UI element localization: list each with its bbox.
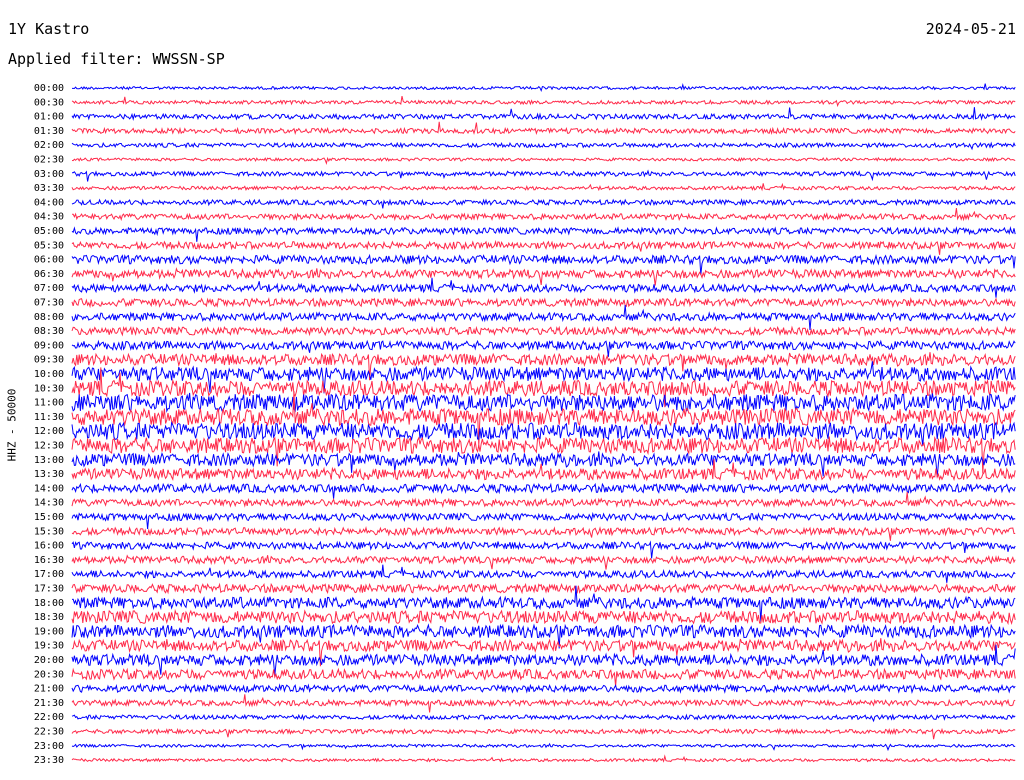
seismic-trace-row	[71, 156, 1016, 166]
row-time-label: 20:30	[34, 669, 64, 680]
row-time-label: 22:00	[34, 712, 64, 723]
row-time-label: 00:00	[34, 83, 64, 94]
seismic-trace-row	[71, 525, 1016, 541]
row-time-label: 02:00	[34, 140, 64, 151]
seismic-trace-row	[71, 95, 1016, 108]
seismic-trace-row	[71, 727, 1016, 740]
seismic-trace-row	[72, 83, 1016, 93]
row-time-label: 20:00	[34, 655, 64, 666]
row-time-label: 07:30	[34, 298, 64, 309]
row-time-label: 14:00	[34, 483, 64, 494]
row-time-label: 15:30	[34, 526, 64, 537]
seismic-trace-row	[71, 182, 1016, 192]
row-time-label: 13:00	[34, 455, 64, 466]
row-time-label: 18:00	[34, 598, 64, 609]
seismic-trace-row	[71, 392, 1016, 413]
row-time-label: 19:30	[34, 641, 64, 652]
row-time-label: 22:30	[34, 727, 64, 738]
seismic-trace-row	[71, 296, 1016, 309]
row-time-label: 15:00	[34, 512, 64, 523]
row-time-label: 11:30	[34, 412, 64, 423]
row-time-label: 01:30	[34, 126, 64, 137]
row-time-label: 19:00	[34, 626, 64, 637]
row-time-label: 18:30	[34, 612, 64, 623]
row-time-label: 17:30	[34, 584, 64, 595]
seismic-trace-row	[71, 391, 1016, 446]
seismic-trace-row	[71, 482, 1016, 499]
row-time-label: 04:00	[34, 197, 64, 208]
seismic-trace-row	[71, 554, 1016, 570]
row-time-label: 10:00	[34, 369, 64, 380]
seismic-trace-row	[71, 226, 1016, 242]
seismic-trace-row	[71, 267, 1016, 286]
seismic-trace-row	[71, 277, 1016, 298]
row-time-label: 03:30	[34, 183, 64, 194]
row-time-label: 09:30	[34, 355, 64, 366]
seismic-trace-row	[71, 107, 1016, 121]
seismic-trace-row	[72, 208, 1016, 222]
seismic-trace-row	[71, 491, 1016, 509]
row-time-label: 09:00	[34, 340, 64, 351]
seismic-trace-row	[71, 304, 1016, 331]
helicorder-plot: 00:00 00:30 01:00 01:30 02:00 02:30 03:00 03:30…	[34, 83, 1016, 766]
row-time-label: 08:30	[34, 326, 64, 337]
seismic-trace-row	[71, 511, 1016, 530]
row-time-label: 16:00	[34, 541, 64, 552]
row-time-label: 03:00	[34, 169, 64, 180]
seismic-trace-row	[71, 608, 1016, 626]
row-time-label: 06:00	[34, 255, 64, 266]
row-time-label: 04:30	[34, 212, 64, 223]
seismic-trace-row	[71, 713, 1016, 723]
row-time-label: 07:00	[34, 283, 64, 294]
seismic-trace-row	[71, 421, 1016, 447]
row-time-label: 08:00	[34, 312, 64, 323]
row-time-label: 21:30	[34, 698, 64, 709]
seismic-trace-row	[71, 638, 1016, 667]
row-time-label: 05:30	[34, 240, 64, 251]
seismic-trace-row	[71, 754, 1016, 763]
seismic-trace-row	[71, 564, 1016, 583]
row-time-label: 16:30	[34, 555, 64, 566]
row-time-label: 11:00	[34, 398, 64, 409]
row-time-label: 13:30	[34, 469, 64, 480]
row-time-label: 10:30	[34, 383, 64, 394]
seismic-trace-row	[71, 239, 1016, 255]
row-time-label: 12:30	[34, 441, 64, 452]
seismic-trace-row	[71, 198, 1016, 209]
row-time-label: 05:00	[34, 226, 64, 237]
seismic-trace-row	[72, 169, 1016, 182]
seismic-trace-row	[71, 540, 1016, 559]
row-time-label: 21:00	[34, 684, 64, 695]
row-time-label: 06:30	[34, 269, 64, 280]
row-time-label: 12:00	[34, 426, 64, 437]
seismic-trace-row	[71, 667, 1016, 687]
seismic-trace-row	[71, 742, 1016, 752]
row-time-label: 14:30	[34, 498, 64, 509]
seismic-trace-row	[71, 694, 1016, 713]
seismic-trace-row	[71, 682, 1016, 694]
row-time-label: 01:00	[34, 112, 64, 123]
row-time-label: 23:00	[34, 741, 64, 752]
seismic-trace-row	[71, 458, 1016, 482]
seismic-trace-row	[71, 141, 1016, 151]
seismic-trace-row	[71, 339, 1016, 357]
row-time-label: 23:30	[34, 755, 64, 766]
seismic-trace-row	[71, 121, 1016, 136]
row-time-label: 00:30	[34, 97, 64, 108]
row-time-label: 17:00	[34, 569, 64, 580]
seismic-trace-row	[71, 582, 1016, 595]
seismic-trace-row	[71, 325, 1016, 337]
row-time-label: 02:30	[34, 155, 64, 166]
